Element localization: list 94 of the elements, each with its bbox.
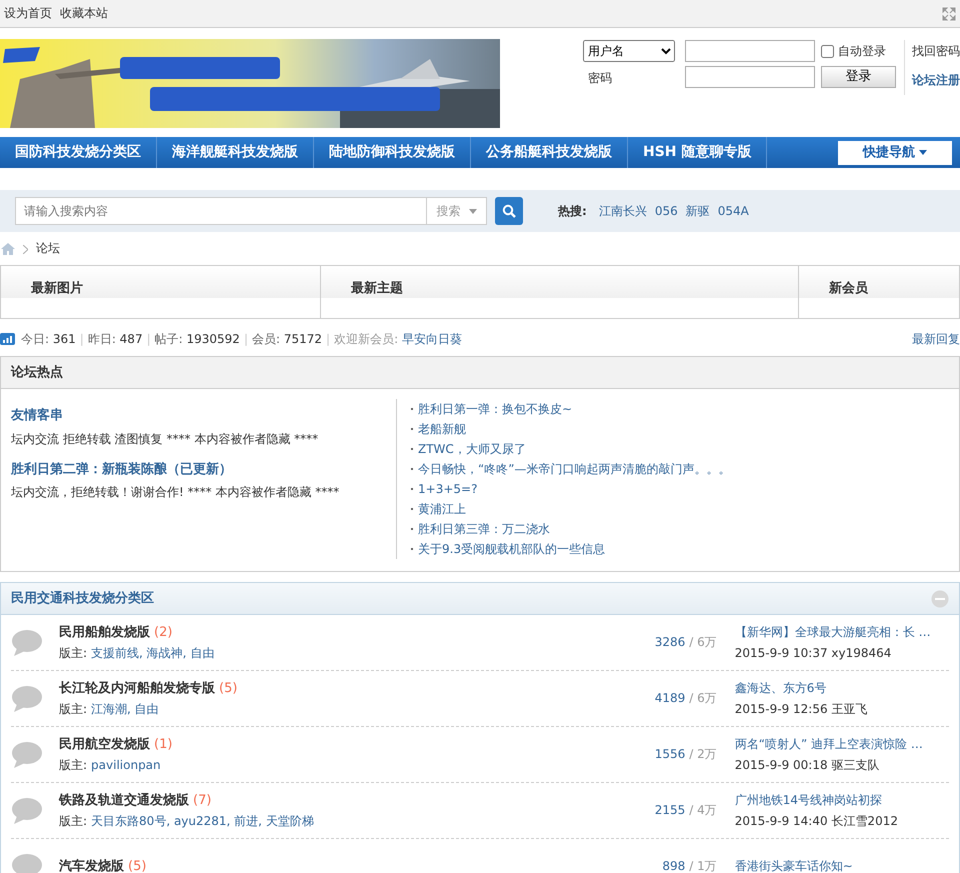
nav-link[interactable]: 国防科技发烧分类区 <box>0 137 157 168</box>
last-post-link[interactable]: 【新华网】全球最大游艇亮相：长 … <box>734 624 950 640</box>
search-button[interactable] <box>495 197 523 225</box>
moderator-links[interactable]: pavilionpan <box>91 756 161 773</box>
hot-search-label: 热搜: <box>558 202 587 220</box>
hot-thread-link[interactable]: 1+3+5=? <box>418 480 478 498</box>
password-field[interactable] <box>685 66 815 88</box>
stat-text: 昨日: 487 <box>88 330 143 348</box>
nav-link[interactable]: 海洋舰艇科技发烧版 <box>157 137 314 168</box>
hot-thread-link[interactable]: 胜利日第三弹：万二浇水 <box>418 520 550 538</box>
forum-thread-stats: 3286 / 6万 <box>654 634 717 651</box>
nav-link[interactable]: 公务船艇科技发烧版 <box>471 137 628 168</box>
collapse-toggle-icon[interactable] <box>931 590 949 608</box>
last-post-meta: 2015-9-9 14:40 长江雪2012 <box>734 812 899 829</box>
username-field[interactable] <box>685 40 815 62</box>
hot-search-link[interactable]: 新驱 <box>686 202 710 220</box>
forum-name-link[interactable]: 长江轮及内河船舶发烧专版 <box>59 680 215 698</box>
new-member-link[interactable]: 早安向日葵 <box>402 330 462 348</box>
forum-name-link[interactable]: 民用船舶发烧版 <box>59 624 150 642</box>
latest-replies-link[interactable]: 最新回复 <box>912 330 960 348</box>
auto-login-label: 自动登录 <box>838 42 886 60</box>
stat-text: 会员: 75172 <box>252 330 322 348</box>
forum-bubble-icon <box>11 740 43 768</box>
hot-thread-link[interactable]: 今日畅快，“咚咚”—米帝门口响起两声清脆的敲门声。。。 <box>418 460 730 478</box>
hot-thread-link[interactable]: 黄浦江上 <box>418 500 466 518</box>
forum-thread-stats: 2155 / 4万 <box>654 802 717 819</box>
forum-name-link[interactable]: 民用航空发烧版 <box>59 736 150 754</box>
featured-thread-link[interactable]: 友情客串 <box>11 407 396 425</box>
moderator-label: 版主: <box>59 812 88 829</box>
moderator-links[interactable]: 天目东路80号, ayu2281, 前进, 天堂阶梯 <box>91 812 314 829</box>
separator: | <box>326 330 330 348</box>
forgot-password-link[interactable]: 找回密码 <box>912 40 960 62</box>
breadcrumb-link[interactable]: 论坛 <box>36 240 60 257</box>
quick-nav-button[interactable]: 快捷导航 <box>838 140 952 164</box>
stat-text: 今日: 361 <box>21 330 76 348</box>
today-post-count: (7) <box>193 792 212 810</box>
forum-bubble-icon <box>11 852 43 873</box>
search-icon <box>502 204 516 218</box>
forum-name-link[interactable]: 汽车发烧版 <box>59 858 124 873</box>
password-label: 密码 <box>587 70 613 87</box>
last-post-link[interactable]: 广州地铁14号线神岗站初探 <box>734 792 950 808</box>
caret-icon <box>919 150 927 155</box>
hot-search-link[interactable]: 056 <box>654 202 678 220</box>
hot-search-link[interactable]: 054A <box>718 202 749 220</box>
forum-name-link[interactable]: 铁路及轨道交通发烧版 <box>59 792 189 810</box>
stats-icon <box>0 333 15 345</box>
moderator-links[interactable]: 支援前线, 海战神, 自由 <box>91 644 214 661</box>
register-link[interactable]: 论坛注册 <box>912 66 960 94</box>
caret-icon <box>468 208 476 214</box>
forum-thread-stats: 1556 / 2万 <box>654 746 717 763</box>
hot-thread-link[interactable]: 老船新舰 <box>418 420 466 438</box>
section-title: 论坛热点 <box>11 364 63 382</box>
forum-bubble-icon <box>11 796 43 824</box>
last-post-meta: 2015-9-9 00:18 驱三支队 <box>734 756 880 773</box>
forum-bubble-icon <box>11 628 43 656</box>
featured-thread-link[interactable]: 胜利日第二弹：新瓶装陈酿（已更新） <box>11 460 396 478</box>
last-post-link[interactable]: 鑫海达、东方6号 <box>734 680 950 696</box>
forum-thread-stats: 898 / 1万 <box>661 858 717 873</box>
account-type-select[interactable]: 用户名 <box>583 40 675 62</box>
home-icon[interactable] <box>1 242 15 254</box>
last-post-meta: 2015-9-9 10:37 xy198464 <box>734 644 892 661</box>
expand-icon[interactable] <box>942 6 956 20</box>
separator: | <box>80 330 84 348</box>
moderator-label: 版主: <box>59 756 88 773</box>
nav-link[interactable]: 陆地防御科技发烧版 <box>314 137 471 168</box>
moderator-label: 版主: <box>59 700 88 717</box>
today-post-count: (5) <box>219 680 238 698</box>
last-post-link[interactable]: 香港街头豪车话你知~ <box>734 858 950 873</box>
today-post-count: (2) <box>154 624 172 642</box>
category-title: 民用交通科技发烧分类区 <box>11 590 154 608</box>
today-post-count: (1) <box>154 736 172 754</box>
moderator-links[interactable]: 江海潮, 自由 <box>91 700 159 717</box>
separator: | <box>244 330 248 348</box>
search-field[interactable]: 请输入搜索内容 <box>15 197 427 225</box>
thread-summary: 坛内交流 拒绝转载 渣图慎复 **** 本内容被作者隐藏 **** <box>11 430 320 447</box>
topbar-link[interactable]: 设为首页 <box>4 5 52 22</box>
moderator-label: 版主: <box>59 644 88 661</box>
stat-text: 帖子: 1930592 <box>154 330 240 348</box>
hot-thread-link[interactable]: ZTWC，大师又尿了 <box>418 440 526 458</box>
today-post-count: (5) <box>128 858 146 873</box>
topbar-link[interactable]: 收藏本站 <box>60 5 108 22</box>
forum-thread-stats: 4189 / 6万 <box>654 690 717 707</box>
last-post-link[interactable]: 两名“喷射人” 迪拜上空表演惊险 … <box>734 736 950 752</box>
last-post-meta: 2015-9-9 12:56 王亚飞 <box>734 700 868 717</box>
auto-login-checkbox[interactable] <box>821 44 834 58</box>
forum-bubble-icon <box>11 684 43 712</box>
hot-thread-link[interactable]: 关于9.3受阅舰载机部队的一些信息 <box>418 540 606 558</box>
hot-search-link[interactable]: 江南长兴 <box>598 202 647 220</box>
hot-thread-link[interactable]: 胜利日第一弹：换包不换皮~ <box>418 400 572 418</box>
login-button[interactable]: 登录 <box>821 66 896 88</box>
nav-link[interactable]: HSH 随意聊专版 <box>628 137 768 168</box>
separator: | <box>146 330 151 348</box>
welcome-label: 欢迎新会员: <box>334 330 398 348</box>
thread-summary: 坛内交流，拒绝转载！谢谢合作! **** 本内容被作者隐藏 **** <box>11 484 340 500</box>
